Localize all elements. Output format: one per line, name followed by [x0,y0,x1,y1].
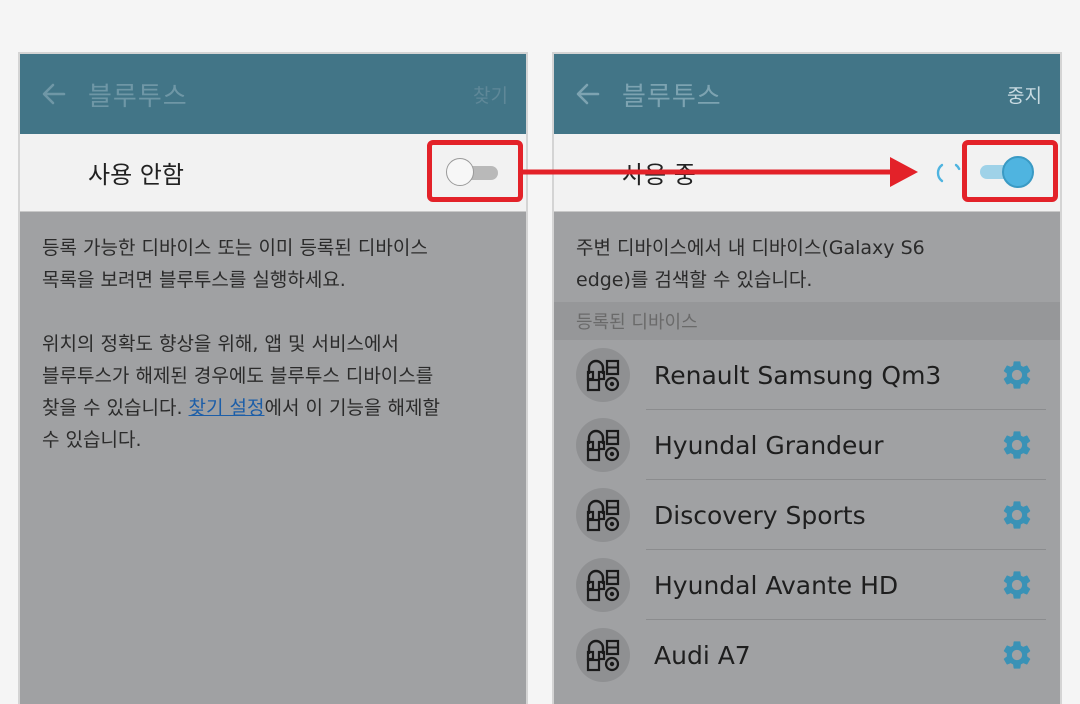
gear-icon[interactable] [1000,358,1034,392]
back-arrow-icon[interactable] [40,80,68,108]
headset-device-icon [576,628,630,682]
page-title: 블루투스 [88,81,188,112]
toggle-status-label: 사용 안함 [88,161,184,189]
page-title: 블루투스 [622,81,722,112]
scan-button[interactable]: 찾기 [473,81,508,108]
text-line: 블루투스가 해제된 경우에도 블루투스 디바이스를 [42,365,434,387]
text-line: 위치의 정확도 향상을 위해, 앱 및 서비스에서 [42,333,399,355]
scan-settings-link[interactable]: 찾기 설정 [189,397,265,419]
gear-icon[interactable] [1000,498,1034,532]
device-name: Hyundal Avante HD [654,570,899,600]
transition-arrow-icon [518,157,918,187]
gear-icon[interactable] [1000,638,1034,672]
device-name: Hyundal Grandeur [654,430,884,460]
gear-icon[interactable] [1000,428,1034,462]
back-arrow-icon[interactable] [574,80,602,108]
device-name: Renault Samsung Qm3 [654,360,942,390]
device-name: Audi A7 [654,640,751,670]
description: 등록 가능한 디바이스 또는 이미 등록된 디바이스 목록을 보려면 블루투스를… [20,212,526,456]
device-row[interactable]: Discovery Sports [554,480,1060,550]
stop-button[interactable]: 중지 [1007,81,1042,108]
description-paragraph-2: 위치의 정확도 향상을 위해, 앱 및 서비스에서 블루투스가 해제된 경우에도… [42,328,504,456]
text-line: edge)를 검색할 수 있습니다. [576,269,813,291]
highlight-box-on-switch [962,140,1058,202]
headset-device-icon [576,348,630,402]
headset-device-icon [576,418,630,472]
text-line: 목록을 보려면 블루투스를 실행하세요. [42,269,346,291]
text-line: 등록 가능한 디바이스 또는 이미 등록된 디바이스 [42,237,428,259]
text-line: 에서 이 기능을 해제할 [264,397,440,419]
app-bar: 블루투스 중지 [554,54,1060,134]
headset-device-icon [576,558,630,612]
loading-spinner-icon [936,163,962,183]
app-bar: 블루투스 찾기 [20,54,526,134]
description-paragraph-1: 등록 가능한 디바이스 또는 이미 등록된 디바이스 목록을 보려면 블루투스를… [42,232,504,296]
device-row[interactable]: Hyundal Grandeur [554,410,1060,480]
device-row[interactable]: Hyundal Avante HD [554,550,1060,620]
headset-device-icon [576,488,630,542]
paired-device-list: Renault Samsung Qm3 Hyundal Grandeur Disco… [554,340,1060,690]
text-line: 주변 디바이스에서 내 디바이스(Galaxy S6 [576,237,925,259]
device-row[interactable]: Renault Samsung Qm3 [554,340,1060,410]
gear-icon[interactable] [1000,568,1034,602]
description: 주변 디바이스에서 내 디바이스(Galaxy S6 edge)를 검색할 수 … [554,212,1060,296]
device-name: Discovery Sports [654,500,866,530]
text-line: 수 있습니다. [42,429,142,451]
paired-devices-header: 등록된 디바이스 [554,302,1060,340]
text-line: 찾을 수 있습니다. [42,397,189,419]
highlight-box-off-switch [427,140,523,202]
device-row[interactable]: Audi A7 [554,620,1060,690]
